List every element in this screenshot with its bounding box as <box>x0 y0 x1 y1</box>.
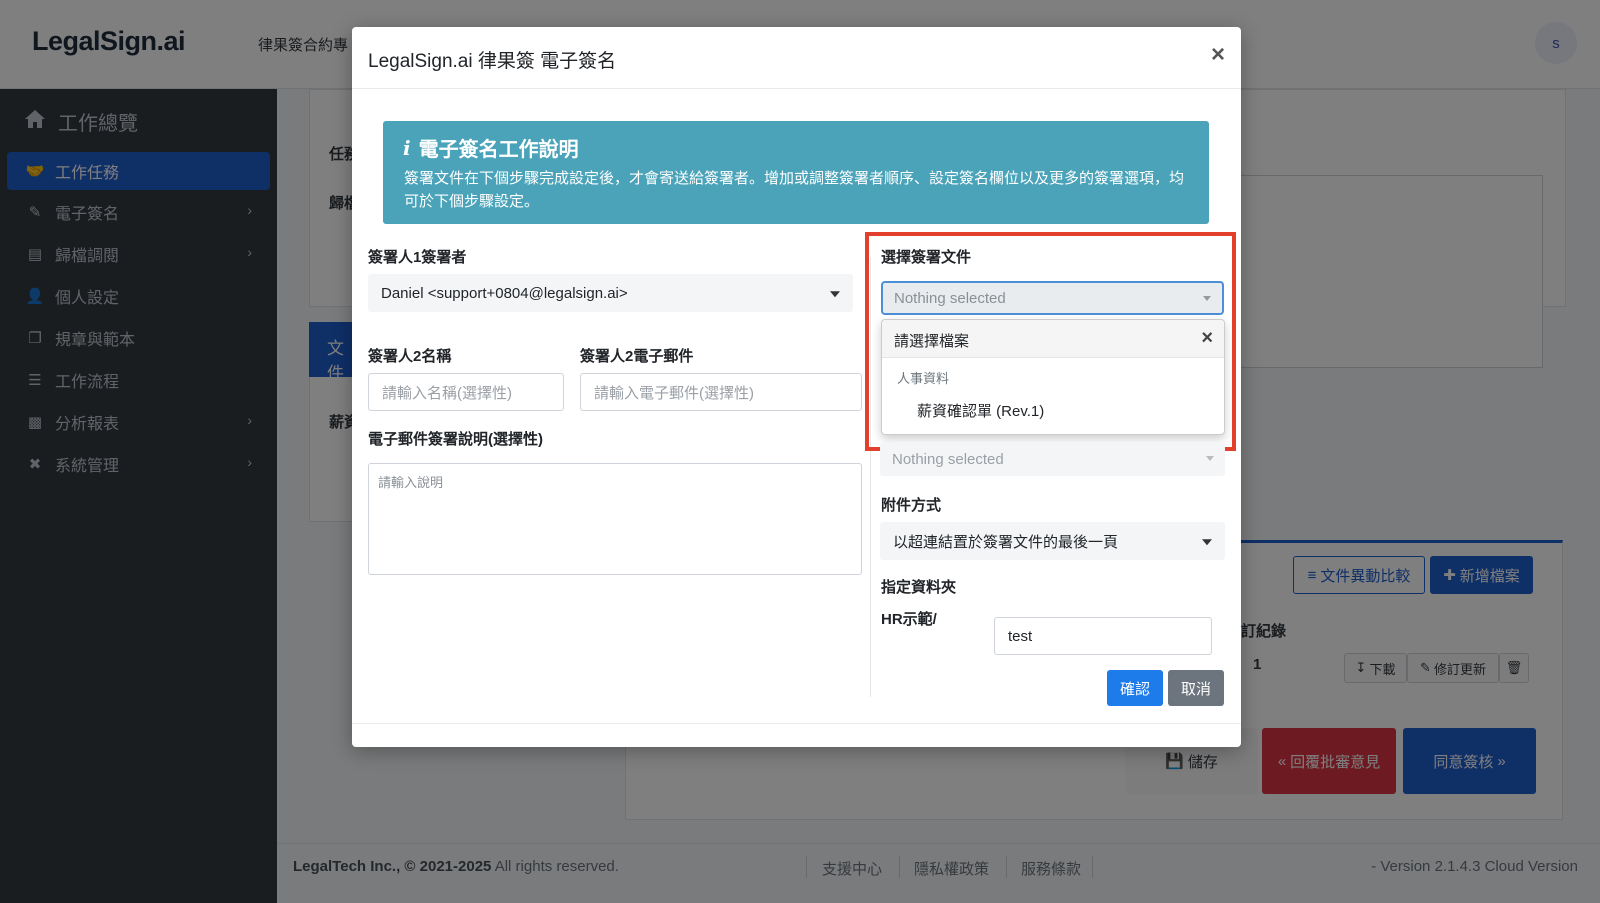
attach-method-select[interactable]: 以超連結置於簽署文件的最後一頁 <box>880 522 1225 560</box>
folder-input[interactable]: test <box>994 617 1212 655</box>
caret-down-icon <box>830 291 840 298</box>
folder-path: HR示範/ <box>881 611 937 628</box>
attach-method-value: 以超連結置於簽署文件的最後一頁 <box>893 533 1119 551</box>
signer2-email-label: 簽署人2電子郵件 <box>580 348 694 365</box>
signer2-name-placeholder: 請輸入名稱(選擇性) <box>382 384 512 402</box>
signer2-name-input[interactable]: 請輸入名稱(選擇性) <box>368 373 564 411</box>
email-note-textarea[interactable]: 請輸入說明 <box>368 463 862 575</box>
caret-down-icon <box>1206 456 1214 461</box>
info-alert: i 電子簽名工作說明 簽署文件在下個步驟完成設定後，才會寄送給簽署者。增加或調整… <box>383 121 1209 224</box>
email-note-label: 電子郵件簽署說明(選擇性) <box>368 431 543 448</box>
attach-method-label: 附件方式 <box>881 497 942 514</box>
confirm-button[interactable]: 確認 <box>1107 670 1163 706</box>
info-icon: i <box>403 135 411 160</box>
email-note-placeholder: 請輸入說明 <box>378 475 444 490</box>
close-icon[interactable]: × <box>1211 43 1225 67</box>
caret-down-icon <box>1202 539 1212 546</box>
signer1-select[interactable]: Daniel <support+0804@legalsign.ai> <box>368 274 853 312</box>
folder-input-value: test <box>1008 627 1033 645</box>
esign-modal: LegalSign.ai 律果簽 電子簽名 × i 電子簽名工作說明 簽署文件在… <box>352 27 1241 747</box>
info-title-text: 電子簽名工作說明 <box>418 139 579 161</box>
info-text: 簽署文件在下個步驟完成設定後，才會寄送給簽署者。增加或調整簽署者順序、設定簽名欄… <box>404 170 1185 210</box>
folder-label: 指定資料夾 <box>881 579 957 596</box>
attachment-select-value: Nothing selected <box>892 450 1004 468</box>
attachment-select[interactable]: Nothing selected <box>880 442 1225 476</box>
signer2-email-input[interactable]: 請輸入電子郵件(選擇性) <box>580 373 862 411</box>
signer1-label: 簽署人1簽署者 <box>368 249 467 266</box>
info-title: i 電子簽名工作說明 <box>403 133 579 162</box>
signer1-value: Daniel <support+0804@legalsign.ai> <box>381 284 628 302</box>
modal-footer-divider <box>352 723 1241 724</box>
signer2-email-placeholder: 請輸入電子郵件(選擇性) <box>594 384 754 402</box>
highlight-box <box>865 232 1236 451</box>
modal-header: LegalSign.ai 律果簽 電子簽名 × <box>352 27 1241 89</box>
cancel-button[interactable]: 取消 <box>1168 670 1224 706</box>
signer2-name-label: 簽署人2名稱 <box>368 348 452 365</box>
modal-title: LegalSign.ai 律果簽 電子簽名 <box>368 51 617 72</box>
